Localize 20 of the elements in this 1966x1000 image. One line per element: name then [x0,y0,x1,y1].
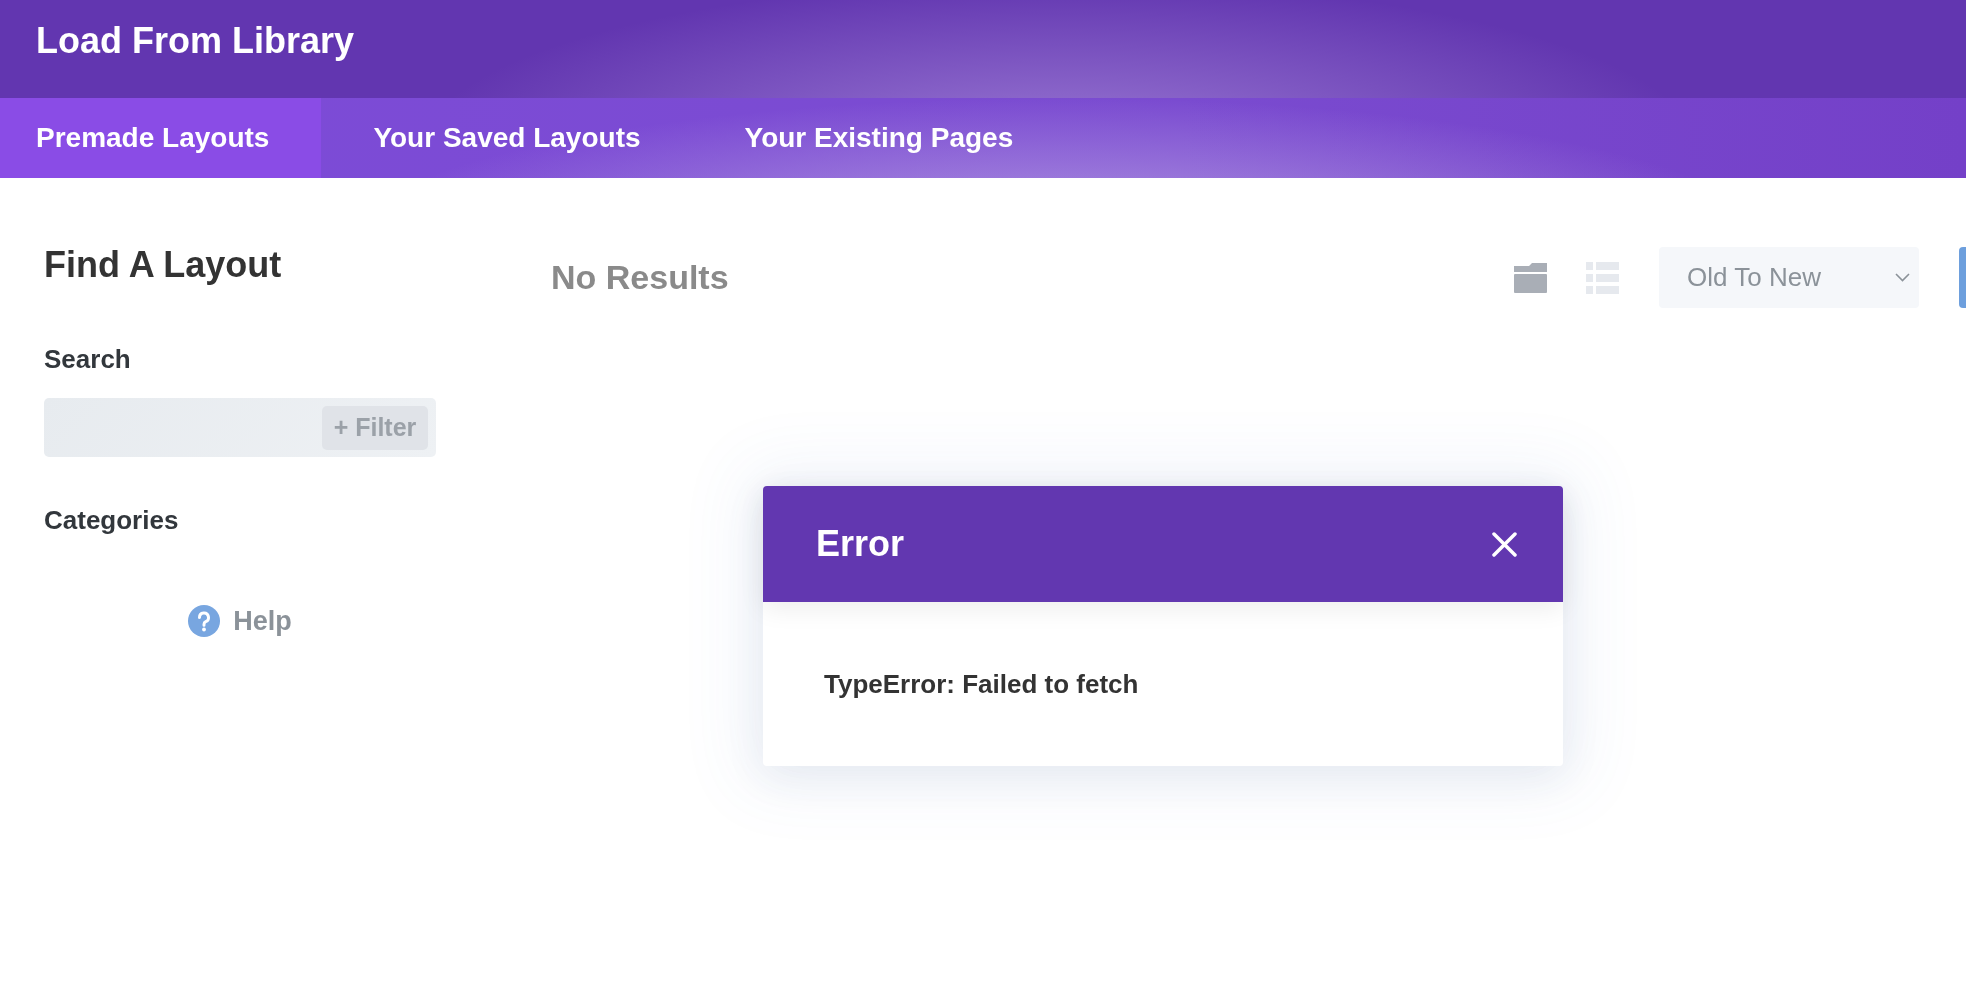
close-icon[interactable] [1492,531,1517,557]
search-field[interactable]: + Filter [44,398,436,457]
list-icon[interactable] [1586,261,1619,294]
tab[interactable]: Your Existing Pages [692,98,1066,178]
window-title: Load From Library [36,20,355,62]
edge-button[interactable] [1959,247,1966,308]
error-message: TypeError: Failed to fetch [824,668,1139,700]
sort-dropdown[interactable]: Old To New [1659,247,1919,308]
results-heading: No Results [551,258,729,297]
tab[interactable]: Premade Layouts [0,98,322,178]
help-link[interactable]: Help [188,605,292,637]
categories-label: Categories [44,504,179,536]
folder-icon[interactable] [1514,262,1547,293]
chevron-icon [1895,273,1910,282]
dialog-title: Error [816,523,905,565]
filter-button[interactable]: + Filter [322,405,428,450]
tab[interactable]: Your Saved Layouts [321,98,693,178]
sidebar-heading: Find A Layout [44,243,282,287]
search-label: Search [44,343,131,375]
help-icon [188,605,221,637]
